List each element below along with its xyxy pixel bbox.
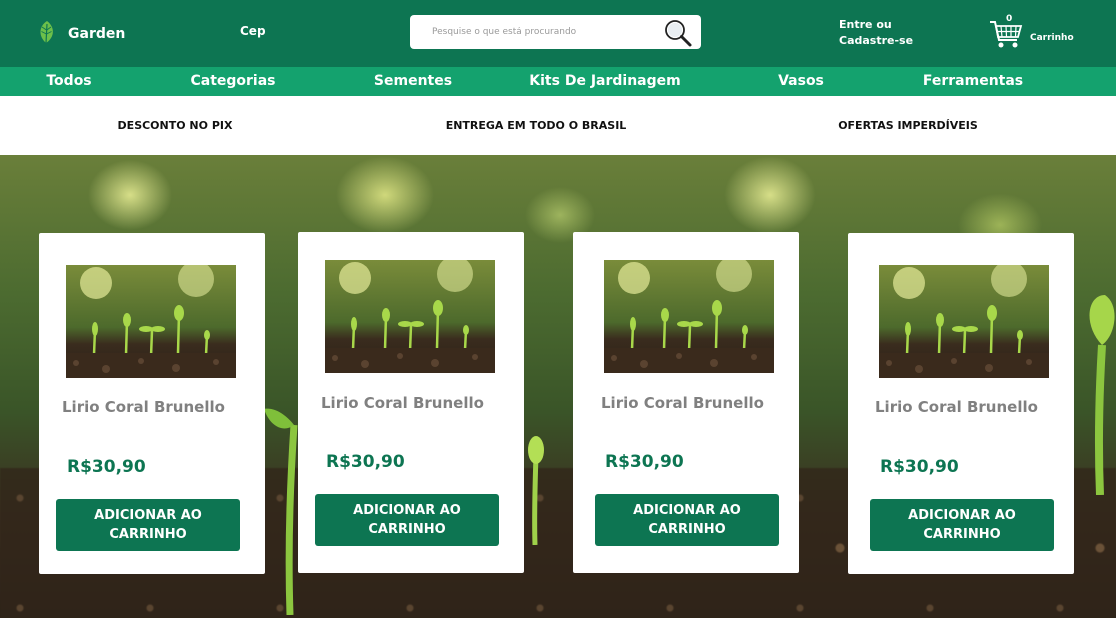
benefit-pix-discount: DESCONTO NO PIX (117, 119, 233, 132)
site-header: Garden Cep Entre ou Cadastre-se 0 (0, 0, 1116, 67)
cep-link[interactable]: Cep (240, 24, 266, 38)
benefit-offers: OFERTAS IMPERDÍVEIS (838, 119, 978, 132)
nav-item-todos[interactable]: Todos (46, 73, 91, 89)
product-image[interactable] (325, 260, 495, 373)
sprout-right-image (1089, 295, 1115, 495)
benefit-nationwide-delivery: ENTREGA EM TODO O BRASIL (445, 119, 627, 132)
cart-label: Carrinho (1030, 33, 1074, 43)
product-card[interactable]: Lirio Coral Brunello R$30,90 ADICIONAR A… (573, 232, 799, 573)
search-icon[interactable] (663, 18, 693, 48)
product-card[interactable]: Lirio Coral Brunello R$30,90 ADICIONAR A… (848, 233, 1074, 574)
nav-item-kits[interactable]: Kits De Jardinagem (529, 73, 680, 89)
product-image[interactable] (604, 260, 774, 373)
product-name[interactable]: Lirio Coral Brunello (875, 398, 1038, 416)
leaf-logo-icon (36, 20, 58, 48)
product-name[interactable]: Lirio Coral Brunello (62, 398, 225, 416)
product-image[interactable] (66, 265, 236, 378)
search-bar (410, 15, 701, 49)
product-name[interactable]: Lirio Coral Brunello (601, 394, 764, 412)
login-line-1: Entre ou (839, 18, 892, 31)
add-to-cart-button[interactable]: ADICIONAR AO CARRINHO (315, 494, 499, 546)
brand-name: Garden (68, 26, 126, 42)
product-card[interactable]: Lirio Coral Brunello R$30,90 ADICIONAR A… (298, 232, 524, 573)
product-name[interactable]: Lirio Coral Brunello (321, 394, 484, 412)
nav-item-ferramentas[interactable]: Ferramentas (923, 73, 1023, 89)
product-price: R$30,90 (67, 457, 146, 477)
add-to-cart-button[interactable]: ADICIONAR AO CARRINHO (870, 499, 1054, 551)
cart-button[interactable]: 0 Carrinho (989, 14, 1089, 54)
product-price: R$30,90 (880, 457, 959, 477)
nav-item-sementes[interactable]: Sementes (374, 73, 452, 89)
sprout-middle-image (528, 436, 544, 545)
category-nav: Todos Categorias Sementes Kits De Jardin… (0, 67, 1116, 96)
search-input[interactable] (432, 27, 652, 37)
brand-logo[interactable]: Garden (36, 20, 125, 48)
login-line-2: Cadastre-se (839, 34, 914, 47)
shopping-cart-icon (989, 20, 1023, 54)
nav-item-categorias[interactable]: Categorias (190, 73, 275, 89)
product-image[interactable] (879, 265, 1049, 378)
add-to-cart-button[interactable]: ADICIONAR AO CARRINHO (595, 494, 779, 546)
product-price: R$30,90 (605, 452, 684, 472)
product-card[interactable]: Lirio Coral Brunello R$30,90 ADICIONAR A… (39, 233, 265, 574)
login-register-link[interactable]: Entre ou Cadastre-se (839, 17, 913, 49)
product-price: R$30,90 (326, 452, 405, 472)
benefits-strip: DESCONTO NO PIX ENTREGA EM TODO O BRASIL… (0, 96, 1116, 155)
nav-item-vasos[interactable]: Vasos (778, 73, 824, 89)
add-to-cart-button[interactable]: ADICIONAR AO CARRINHO (56, 499, 240, 551)
